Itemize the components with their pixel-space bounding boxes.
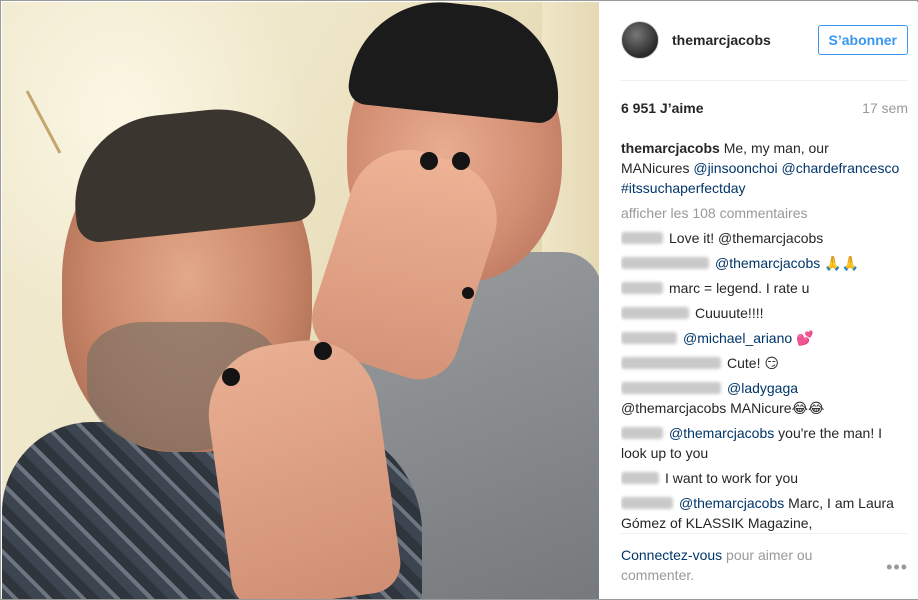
- login-link[interactable]: Connectez-vous: [621, 547, 722, 563]
- likes-count[interactable]: 6 951 J’aime: [621, 100, 704, 116]
- comment-mention[interactable]: @themarcjacobs: [679, 495, 784, 511]
- caption-mention[interactable]: @chardefrancesco: [782, 160, 900, 176]
- login-prompt: Connectez-vous pour aimer ou commenter.: [621, 545, 851, 585]
- blurred-username: [621, 282, 663, 294]
- comment-item: @michael_ariano 💕: [621, 328, 901, 348]
- caption: themarcjacobs Me, my man, our MANicures …: [621, 138, 901, 198]
- instagram-post-frame: themarcjacobs S’abonner 6 951 J’aime 17 …: [0, 0, 918, 600]
- caption-hashtag[interactable]: #itssuchaperfectday: [621, 180, 746, 196]
- comment-item: @themarcjacobs you're the man! I look up…: [621, 423, 901, 463]
- post-time[interactable]: 17 sem: [862, 100, 908, 116]
- comment-mention[interactable]: @michael_ariano: [683, 330, 792, 346]
- divider: [621, 533, 908, 534]
- comment-text: 💕: [792, 330, 814, 346]
- photo-nail: [222, 368, 240, 386]
- post-sidebar: themarcjacobs S’abonner 6 951 J’aime 17 …: [599, 2, 918, 599]
- comment-text: Love it! @themarcjacobs: [669, 230, 824, 246]
- load-more-comments[interactable]: afficher les 108 commentaires: [621, 203, 901, 223]
- comment-item: @themarcjacobs 🙏🙏: [621, 253, 901, 273]
- comment-mention[interactable]: @themarcjacobs: [715, 255, 820, 271]
- follow-button[interactable]: S’abonner: [817, 25, 908, 55]
- photo-cap: [346, 2, 568, 125]
- comment-text: @themarcjacobs MANicure😂😂: [621, 400, 825, 416]
- comment-mention[interactable]: @themarcjacobs: [669, 425, 774, 441]
- photo-nail: [420, 152, 438, 170]
- comment-text: I want to work for you: [665, 470, 799, 486]
- blurred-username: [621, 307, 689, 319]
- photo-nail: [314, 342, 332, 360]
- blurred-username: [621, 232, 663, 244]
- comment-item: @themarcjacobs Marc, I am Laura Gómez of…: [621, 493, 901, 532]
- ellipsis-icon[interactable]: •••: [886, 557, 908, 578]
- comment-mention[interactable]: @ladygaga: [727, 380, 798, 396]
- comment-text: Cuuuute!!!!: [695, 305, 764, 321]
- comments-list[interactable]: themarcjacobs Me, my man, our MANicures …: [621, 138, 901, 532]
- blurred-username: [621, 382, 721, 394]
- blurred-username: [621, 472, 659, 484]
- blurred-username: [621, 332, 677, 344]
- post-photo[interactable]: [2, 2, 599, 599]
- comment-item: Cute! 😏: [621, 353, 901, 373]
- blurred-username: [621, 497, 673, 509]
- comment-text: Cute! 😏: [727, 355, 779, 371]
- comment-item: @ladygaga @themarcjacobs MANicure😂😂: [621, 378, 901, 418]
- divider: [621, 80, 908, 81]
- avatar[interactable]: [621, 21, 659, 59]
- comment-text: 🙏🙏: [820, 255, 860, 271]
- blurred-username: [621, 427, 663, 439]
- caption-mention[interactable]: @jinsoonchoi: [693, 160, 777, 176]
- photo-nail: [462, 287, 474, 299]
- blurred-username: [621, 257, 709, 269]
- comment-item: Cuuuute!!!!: [621, 303, 901, 323]
- photo-nail: [452, 152, 470, 170]
- post-header: themarcjacobs S’abonner: [621, 20, 908, 60]
- comment-item: marc = legend. I rate u: [621, 278, 901, 298]
- comment-text: marc = legend. I rate u: [669, 280, 810, 296]
- post-username[interactable]: themarcjacobs: [672, 32, 771, 48]
- blurred-username: [621, 357, 721, 369]
- caption-username[interactable]: themarcjacobs: [621, 140, 720, 156]
- comment-item: I want to work for you: [621, 468, 901, 488]
- post-stats: 6 951 J’aime 17 sem: [621, 100, 908, 116]
- comment-item: Love it! @themarcjacobs: [621, 228, 901, 248]
